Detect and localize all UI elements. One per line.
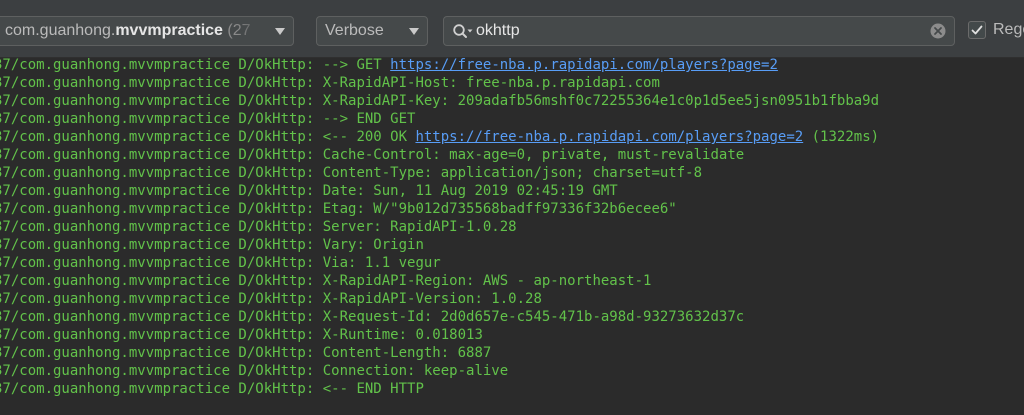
log-line-message: X-Runtime: 0.018013 <box>322 327 483 343</box>
log-line: 37/com.guanhong.mvvmpractice D/OkHttp: X… <box>0 92 1024 110</box>
log-line-message: <-- 200 OK <box>322 129 416 145</box>
log-line-link[interactable]: https://free-nba.p.rapidapi.com/players?… <box>390 57 778 73</box>
log-line: 37/com.guanhong.mvvmpractice D/OkHttp: <… <box>0 380 1024 398</box>
log-line-message: <-- END HTTP <box>322 381 424 397</box>
log-line-tag: 37/com.guanhong.mvvmpractice D/OkHttp: <box>0 147 323 163</box>
chevron-down-icon <box>275 28 285 35</box>
log-line-tag: 37/com.guanhong.mvvmpractice D/OkHttp: <box>0 381 323 397</box>
log-line-tag: 37/com.guanhong.mvvmpractice D/OkHttp: <box>0 363 323 379</box>
log-line-message: Server: RapidAPI-1.0.28 <box>322 219 517 235</box>
log-line-tag: 37/com.guanhong.mvvmpractice D/OkHttp: <box>0 237 323 253</box>
log-line-tag: 37/com.guanhong.mvvmpractice D/OkHttp: <box>0 129 323 145</box>
log-line-tag: 37/com.guanhong.mvvmpractice D/OkHttp: <box>0 291 323 307</box>
regex-label[interactable]: Regex <box>993 17 1024 43</box>
logcat-toolbar: com.guanhong.mvvmpractice (27 Verbose ok… <box>0 0 1024 58</box>
chevron-down-icon <box>409 28 419 35</box>
log-line: 37/com.guanhong.mvvmpractice D/OkHttp: X… <box>0 326 1024 344</box>
search-query[interactable]: okhttp <box>476 17 520 45</box>
log-line: 37/com.guanhong.mvvmpractice D/OkHttp: -… <box>0 110 1024 128</box>
log-line-message: --> GET <box>322 57 391 73</box>
log-line: 37/com.guanhong.mvvmpractice D/OkHttp: -… <box>0 56 1024 74</box>
log-line: 37/com.guanhong.mvvmpractice D/OkHttp: S… <box>0 218 1024 236</box>
log-line-tag: 37/com.guanhong.mvvmpractice D/OkHttp: <box>0 309 323 325</box>
log-line-tag: 37/com.guanhong.mvvmpractice D/OkHttp: <box>0 93 323 109</box>
log-line-link[interactable]: https://free-nba.p.rapidapi.com/players?… <box>415 129 803 145</box>
check-icon <box>971 25 983 35</box>
log-line-message: Vary: Origin <box>322 237 424 253</box>
log-line: 37/com.guanhong.mvvmpractice D/OkHttp: V… <box>0 254 1024 272</box>
log-line-message: Date: Sun, 11 Aug 2019 02:45:19 GMT <box>322 183 618 199</box>
log-line-tag: 37/com.guanhong.mvvmpractice D/OkHttp: <box>0 327 323 343</box>
log-line: 37/com.guanhong.mvvmpractice D/OkHttp: C… <box>0 362 1024 380</box>
logcat-output[interactable]: 37/com.guanhong.mvvmpractice D/OkHttp: -… <box>0 56 1024 415</box>
log-line-tag: 37/com.guanhong.mvvmpractice D/OkHttp: <box>0 345 323 361</box>
process-package-prefix: com.guanhong. <box>5 22 116 39</box>
clear-search-icon[interactable] <box>930 23 946 39</box>
log-line: 37/com.guanhong.mvvmpractice D/OkHttp: D… <box>0 182 1024 200</box>
log-line: 37/com.guanhong.mvvmpractice D/OkHttp: X… <box>0 290 1024 308</box>
log-level-value: Verbose <box>325 22 384 39</box>
log-line: 37/com.guanhong.mvvmpractice D/OkHttp: X… <box>0 308 1024 326</box>
log-line-message: X-Request-Id: 2d0d657e-c545-471b-a98d-93… <box>322 309 745 325</box>
log-line: 37/com.guanhong.mvvmpractice D/OkHttp: C… <box>0 344 1024 362</box>
log-line: 37/com.guanhong.mvvmpractice D/OkHttp: C… <box>0 146 1024 164</box>
log-line-tag: 37/com.guanhong.mvvmpractice D/OkHttp: <box>0 273 323 289</box>
log-line-message: Content-Type: application/json; charset=… <box>322 165 703 181</box>
log-line-tag: 37/com.guanhong.mvvmpractice D/OkHttp: <box>0 219 323 235</box>
log-line-tag: 37/com.guanhong.mvvmpractice D/OkHttp: <box>0 75 323 91</box>
log-line-tag: 37/com.guanhong.mvvmpractice D/OkHttp: <box>0 201 323 217</box>
log-line: 37/com.guanhong.mvvmpractice D/OkHttp: <… <box>0 128 1024 146</box>
log-line: 37/com.guanhong.mvvmpractice D/OkHttp: E… <box>0 200 1024 218</box>
log-line-tag: 37/com.guanhong.mvvmpractice D/OkHttp: <box>0 111 323 127</box>
log-line-message: Cache-Control: max-age=0, private, must-… <box>322 147 745 163</box>
search-input[interactable]: okhttp <box>443 16 955 46</box>
process-app-name: mvvmpractice <box>115 22 223 39</box>
log-line: 37/com.guanhong.mvvmpractice D/OkHttp: V… <box>0 236 1024 254</box>
log-line-message-suffix: (1322ms) <box>803 129 880 145</box>
log-line-message: Connection: keep-alive <box>322 363 509 379</box>
log-line-message: X-RapidAPI-Key: 209adafb56mshf0c72255364… <box>322 93 880 109</box>
log-line-tag: 37/com.guanhong.mvvmpractice D/OkHttp: <box>0 165 323 181</box>
log-line-message: Etag: W/"9b012d735568badff97336f32b6ecee… <box>322 201 677 217</box>
log-level-select[interactable]: Verbose <box>316 16 428 46</box>
log-line-tag: 37/com.guanhong.mvvmpractice D/OkHttp: <box>0 255 323 271</box>
log-line-tag: 37/com.guanhong.mvvmpractice D/OkHttp: <box>0 183 323 199</box>
log-line: 37/com.guanhong.mvvmpractice D/OkHttp: X… <box>0 74 1024 92</box>
process-text-fade <box>237 17 265 45</box>
regex-checkbox[interactable] <box>968 21 986 39</box>
log-line-message: X-RapidAPI-Region: AWS - ap-northeast-1 <box>322 273 652 289</box>
log-line-message: --> END GET <box>322 111 416 127</box>
log-line-message: X-RapidAPI-Host: free-nba.p.rapidapi.com <box>322 75 660 91</box>
log-line-message: X-RapidAPI-Version: 1.0.28 <box>322 291 542 307</box>
log-line-tag: 37/com.guanhong.mvvmpractice D/OkHttp: <box>0 57 323 73</box>
log-line-message: Via: 1.1 vegur <box>322 255 441 271</box>
process-select[interactable]: com.guanhong.mvvmpractice (27 <box>0 16 294 46</box>
log-line-message: Content-Length: 6887 <box>322 345 492 361</box>
log-line: 37/com.guanhong.mvvmpractice D/OkHttp: X… <box>0 272 1024 290</box>
log-line: 37/com.guanhong.mvvmpractice D/OkHttp: C… <box>0 164 1024 182</box>
search-icon[interactable] <box>452 23 474 41</box>
